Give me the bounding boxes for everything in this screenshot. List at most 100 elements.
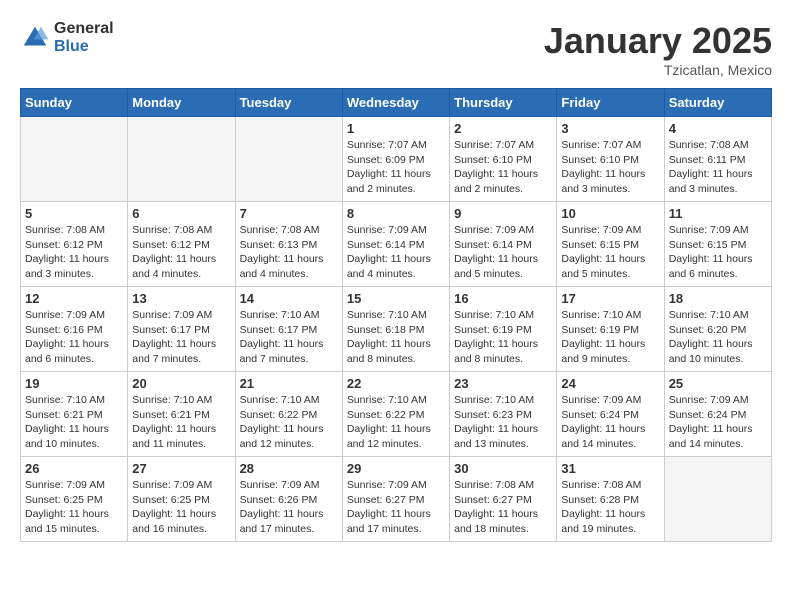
day-info: Sunrise: 7:10 AM Sunset: 6:22 PM Dayligh… xyxy=(240,393,338,452)
day-number: 4 xyxy=(669,121,767,136)
day-number: 2 xyxy=(454,121,552,136)
day-info: Sunrise: 7:09 AM Sunset: 6:17 PM Dayligh… xyxy=(132,308,230,367)
day-number: 17 xyxy=(561,291,659,306)
calendar-day-cell: 23 Sunrise: 7:10 AM Sunset: 6:23 PM Dayli… xyxy=(450,372,557,457)
calendar-day-cell: 22 Sunrise: 7:10 AM Sunset: 6:22 PM Dayli… xyxy=(342,372,449,457)
day-number: 28 xyxy=(240,461,338,476)
calendar-day-cell xyxy=(235,117,342,202)
day-info: Sunrise: 7:10 AM Sunset: 6:19 PM Dayligh… xyxy=(454,308,552,367)
day-of-week-header: Saturday xyxy=(664,89,771,117)
calendar-day-cell: 27Sunrise: 7:09 AM Sunset: 6:25 PM Dayli… xyxy=(128,457,235,542)
day-number: 15 xyxy=(347,291,445,306)
logo-blue-text: Blue xyxy=(54,38,114,56)
calendar-day-cell: 13 Sunrise: 7:09 AM Sunset: 6:17 PM Dayli… xyxy=(128,287,235,372)
day-number: 23 xyxy=(454,376,552,391)
calendar-day-cell xyxy=(21,117,128,202)
day-number: 19 xyxy=(25,376,123,391)
day-info: Sunrise: 7:08 AM Sunset: 6:27 PM Dayligh… xyxy=(454,478,552,537)
month-title: January 2025 xyxy=(544,20,772,62)
day-info: Sunrise: 7:09 AM Sunset: 6:27 PM Dayligh… xyxy=(347,478,445,537)
calendar-day-cell: 31 Sunrise: 7:08 AM Sunset: 6:28 PM Dayli… xyxy=(557,457,664,542)
day-info: Sunrise: 7:08 AM Sunset: 6:13 PM Dayligh… xyxy=(240,223,338,282)
day-number: 16 xyxy=(454,291,552,306)
day-number: 24 xyxy=(561,376,659,391)
logo-text: General Blue xyxy=(54,20,114,55)
calendar-week-row: 26 Sunrise: 7:09 AM Sunset: 6:25 PM Dayli… xyxy=(21,457,772,542)
day-info: Sunrise: 7:07 AM Sunset: 6:09 PM Dayligh… xyxy=(347,138,445,197)
calendar-day-cell: 30Sunrise: 7:08 AM Sunset: 6:27 PM Dayli… xyxy=(450,457,557,542)
day-info: Sunrise: 7:09 AM Sunset: 6:14 PM Dayligh… xyxy=(454,223,552,282)
day-number: 26 xyxy=(25,461,123,476)
day-info: Sunrise: 7:10 AM Sunset: 6:20 PM Dayligh… xyxy=(669,308,767,367)
day-number: 1 xyxy=(347,121,445,136)
day-info: Sunrise: 7:09 AM Sunset: 6:16 PM Dayligh… xyxy=(25,308,123,367)
day-of-week-header: Monday xyxy=(128,89,235,117)
day-info: Sunrise: 7:10 AM Sunset: 6:22 PM Dayligh… xyxy=(347,393,445,452)
day-number: 18 xyxy=(669,291,767,306)
day-number: 9 xyxy=(454,206,552,221)
calendar-day-cell: 7 Sunrise: 7:08 AM Sunset: 6:13 PM Daylig… xyxy=(235,202,342,287)
calendar-day-cell: 12 Sunrise: 7:09 AM Sunset: 6:16 PM Dayli… xyxy=(21,287,128,372)
calendar-day-cell: 2Sunrise: 7:07 AM Sunset: 6:10 PM Daylig… xyxy=(450,117,557,202)
day-number: 5 xyxy=(25,206,123,221)
day-info: Sunrise: 7:08 AM Sunset: 6:28 PM Dayligh… xyxy=(561,478,659,537)
page-header: General Blue January 2025 Tzicatlan, Mex… xyxy=(20,20,772,78)
calendar-header: SundayMondayTuesdayWednesdayThursdayFrid… xyxy=(21,89,772,117)
location: Tzicatlan, Mexico xyxy=(544,62,772,78)
day-number: 12 xyxy=(25,291,123,306)
calendar-week-row: 1 Sunrise: 7:07 AM Sunset: 6:09 PM Daylig… xyxy=(21,117,772,202)
day-info: Sunrise: 7:08 AM Sunset: 6:12 PM Dayligh… xyxy=(132,223,230,282)
calendar-day-cell: 8Sunrise: 7:09 AM Sunset: 6:14 PM Daylig… xyxy=(342,202,449,287)
day-number: 22 xyxy=(347,376,445,391)
calendar-day-cell: 14Sunrise: 7:10 AM Sunset: 6:17 PM Dayli… xyxy=(235,287,342,372)
calendar-day-cell: 6 Sunrise: 7:08 AM Sunset: 6:12 PM Daylig… xyxy=(128,202,235,287)
day-number: 10 xyxy=(561,206,659,221)
day-number: 11 xyxy=(669,206,767,221)
day-of-week-header: Friday xyxy=(557,89,664,117)
day-number: 6 xyxy=(132,206,230,221)
logo: General Blue xyxy=(20,20,114,55)
day-of-week-header: Tuesday xyxy=(235,89,342,117)
day-info: Sunrise: 7:09 AM Sunset: 6:24 PM Dayligh… xyxy=(669,393,767,452)
day-info: Sunrise: 7:09 AM Sunset: 6:26 PM Dayligh… xyxy=(240,478,338,537)
calendar-day-cell: 21 Sunrise: 7:10 AM Sunset: 6:22 PM Dayli… xyxy=(235,372,342,457)
calendar-week-row: 19 Sunrise: 7:10 AM Sunset: 6:21 PM Dayli… xyxy=(21,372,772,457)
logo-general-text: General xyxy=(54,20,114,38)
day-number: 13 xyxy=(132,291,230,306)
calendar-body: 1 Sunrise: 7:07 AM Sunset: 6:09 PM Daylig… xyxy=(21,117,772,542)
calendar-day-cell: 17 Sunrise: 7:10 AM Sunset: 6:19 PM Dayli… xyxy=(557,287,664,372)
calendar-day-cell: 20 Sunrise: 7:10 AM Sunset: 6:21 PM Dayli… xyxy=(128,372,235,457)
day-info: Sunrise: 7:10 AM Sunset: 6:21 PM Dayligh… xyxy=(132,393,230,452)
day-info: Sunrise: 7:09 AM Sunset: 6:25 PM Dayligh… xyxy=(25,478,123,537)
day-number: 7 xyxy=(240,206,338,221)
days-of-week-row: SundayMondayTuesdayWednesdayThursdayFrid… xyxy=(21,89,772,117)
calendar-day-cell: 26 Sunrise: 7:09 AM Sunset: 6:25 PM Dayli… xyxy=(21,457,128,542)
day-info: Sunrise: 7:09 AM Sunset: 6:15 PM Dayligh… xyxy=(561,223,659,282)
title-area: January 2025 Tzicatlan, Mexico xyxy=(544,20,772,78)
calendar-day-cell: 1 Sunrise: 7:07 AM Sunset: 6:09 PM Daylig… xyxy=(342,117,449,202)
day-number: 21 xyxy=(240,376,338,391)
calendar-day-cell: 10 Sunrise: 7:09 AM Sunset: 6:15 PM Dayli… xyxy=(557,202,664,287)
day-info: Sunrise: 7:09 AM Sunset: 6:14 PM Dayligh… xyxy=(347,223,445,282)
day-info: Sunrise: 7:09 AM Sunset: 6:24 PM Dayligh… xyxy=(561,393,659,452)
calendar-day-cell: 5 Sunrise: 7:08 AM Sunset: 6:12 PM Daylig… xyxy=(21,202,128,287)
calendar-day-cell xyxy=(128,117,235,202)
day-info: Sunrise: 7:10 AM Sunset: 6:18 PM Dayligh… xyxy=(347,308,445,367)
calendar-day-cell: 4 Sunrise: 7:08 AM Sunset: 6:11 PM Daylig… xyxy=(664,117,771,202)
day-number: 20 xyxy=(132,376,230,391)
calendar-day-cell: 18 Sunrise: 7:10 AM Sunset: 6:20 PM Dayli… xyxy=(664,287,771,372)
day-of-week-header: Thursday xyxy=(450,89,557,117)
calendar-day-cell: 29 Sunrise: 7:09 AM Sunset: 6:27 PM Dayli… xyxy=(342,457,449,542)
day-info: Sunrise: 7:10 AM Sunset: 6:17 PM Dayligh… xyxy=(240,308,338,367)
calendar-day-cell xyxy=(664,457,771,542)
day-number: 25 xyxy=(669,376,767,391)
day-of-week-header: Wednesday xyxy=(342,89,449,117)
day-info: Sunrise: 7:08 AM Sunset: 6:11 PM Dayligh… xyxy=(669,138,767,197)
day-info: Sunrise: 7:08 AM Sunset: 6:12 PM Dayligh… xyxy=(25,223,123,282)
day-info: Sunrise: 7:10 AM Sunset: 6:23 PM Dayligh… xyxy=(454,393,552,452)
calendar-day-cell: 19Sunrise: 7:10 AM Sunset: 6:21 PM Dayli… xyxy=(21,372,128,457)
day-number: 31 xyxy=(561,461,659,476)
day-info: Sunrise: 7:10 AM Sunset: 6:19 PM Dayligh… xyxy=(561,308,659,367)
day-number: 29 xyxy=(347,461,445,476)
calendar-day-cell: 24 Sunrise: 7:09 AM Sunset: 6:24 PM Dayli… xyxy=(557,372,664,457)
